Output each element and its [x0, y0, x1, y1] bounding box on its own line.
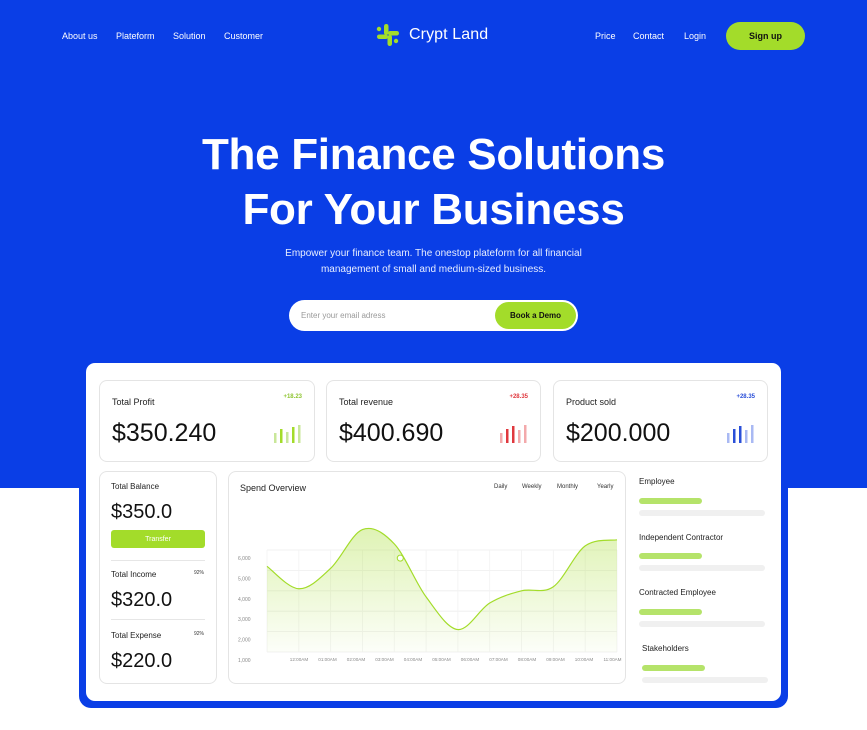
hero-title-line-1: The Finance Solutions: [201, 130, 666, 179]
stat-card-profit: Total Profit +18.23 $350.240: [99, 380, 315, 462]
hero-subtitle-line-2: management of small and medium-sized bus…: [320, 264, 547, 275]
nav-plateform[interactable]: Plateform: [116, 31, 155, 41]
stat-title: Total revenue: [339, 397, 394, 407]
y-tick-label: 6,000: [238, 556, 251, 562]
hero-title-line-2: For Your Business: [242, 185, 625, 234]
people-bar-track: [639, 565, 765, 571]
y-tick-label: 5,000: [238, 576, 251, 582]
nav-about-us[interactable]: About us: [62, 31, 98, 41]
income-label: Total Income: [111, 570, 157, 579]
hero-subtitle-line-1: Empower your finance team. The onestop p…: [285, 248, 582, 259]
people-bar-track: [639, 510, 765, 516]
stat-change: +28.35: [509, 394, 528, 400]
nav-login[interactable]: Login: [684, 31, 706, 41]
signup-button[interactable]: Sign up: [726, 22, 805, 50]
brand-name: Crypt Land: [409, 26, 489, 43]
x-tick-label: 06:00AM: [461, 657, 480, 662]
email-signup-bar: Book a Demo: [289, 300, 578, 331]
email-input[interactable]: [301, 308, 491, 323]
divider: [111, 560, 205, 561]
divider: [111, 619, 205, 620]
x-tick-label: 02:00AM: [347, 657, 366, 662]
stat-value: $400.690: [339, 419, 444, 447]
x-tick-label: 12:00AM: [290, 657, 309, 662]
x-tick-label: 05:00AM: [432, 657, 451, 662]
x-tick-label: 08:00AM: [518, 657, 537, 662]
x-tick-label: 01:00AM: [318, 657, 337, 662]
people-bar: [639, 498, 702, 504]
income-percent: 92%: [193, 570, 204, 576]
brand-mark-icon: [376, 24, 399, 46]
mini-bar-chart-icon: [274, 425, 301, 443]
data-point-marker[interactable]: [396, 554, 404, 562]
series-area: [267, 528, 617, 652]
balance-value: $350.0: [111, 501, 173, 523]
x-tick-label: 10:00AM: [575, 657, 594, 662]
mini-bar-chart-icon: [500, 425, 527, 443]
x-tick-label: 04:00AM: [404, 657, 423, 662]
people-bar: [639, 553, 702, 559]
people-label: Employee: [639, 477, 675, 486]
book-demo-button[interactable]: Book a Demo: [495, 302, 576, 329]
x-tick-label: 07:00AM: [489, 657, 508, 662]
balance-card: Total Balance $350.0 Transfer Total Inco…: [99, 471, 217, 684]
y-tick-label: 1,000: [238, 658, 251, 664]
people-bar: [639, 609, 702, 615]
x-tick-label: 03:00AM: [375, 657, 394, 662]
people-label: Stakeholders: [642, 644, 689, 653]
stat-card-product-sold: Product sold +28.35 $200.000: [553, 380, 768, 462]
stat-title: Product sold: [566, 397, 617, 407]
people-label: Independent Contractor: [639, 533, 724, 542]
people-label: Contracted Employee: [639, 588, 716, 597]
stat-change: +18.23: [283, 394, 302, 400]
people-bar-track: [642, 677, 768, 683]
y-tick-label: 2,000: [238, 638, 251, 644]
y-tick-label: 3,000: [238, 617, 251, 623]
x-tick-label: 09:00AM: [546, 657, 565, 662]
dashboard-preview: Total Profit +18.23 $350.240 Total reven…: [86, 363, 781, 701]
nav-customer[interactable]: Customer: [224, 31, 263, 41]
stat-value: $200.000: [566, 419, 671, 447]
hero-subtitle: Empower your finance team. The onestop p…: [0, 246, 867, 278]
stat-card-revenue: Total revenue +28.35 $400.690: [326, 380, 541, 462]
expense-label: Total Expense: [111, 631, 162, 640]
stat-change: +28.35: [736, 394, 755, 400]
stat-title: Total Profit: [112, 397, 155, 407]
expense-percent: 92%: [193, 631, 204, 637]
mini-bar-chart-icon: [727, 425, 754, 443]
brand-logo[interactable]: Crypt Land: [376, 23, 488, 47]
nav-solution[interactable]: Solution: [173, 31, 206, 41]
stat-value: $350.240: [112, 419, 217, 447]
nav-contact[interactable]: Contact: [633, 31, 664, 41]
transfer-button[interactable]: Transfer: [111, 530, 205, 548]
nav-price[interactable]: Price: [595, 31, 616, 41]
spend-overview-card: Spend Overview Daily Weekly Monthly Year…: [228, 471, 626, 684]
spend-chart: 6,000 5,000 4,000 3,000 2,000 1,000 12:00AM 01:…: [238, 527, 622, 664]
x-tick-label: 11:00AM: [603, 657, 621, 662]
balance-label: Total Balance: [111, 482, 160, 491]
people-bar: [642, 665, 705, 671]
people-bar-track: [639, 621, 765, 627]
income-value: $320.0: [111, 589, 173, 611]
y-tick-label: 4,000: [238, 597, 251, 603]
expense-value: $220.0: [111, 650, 173, 672]
